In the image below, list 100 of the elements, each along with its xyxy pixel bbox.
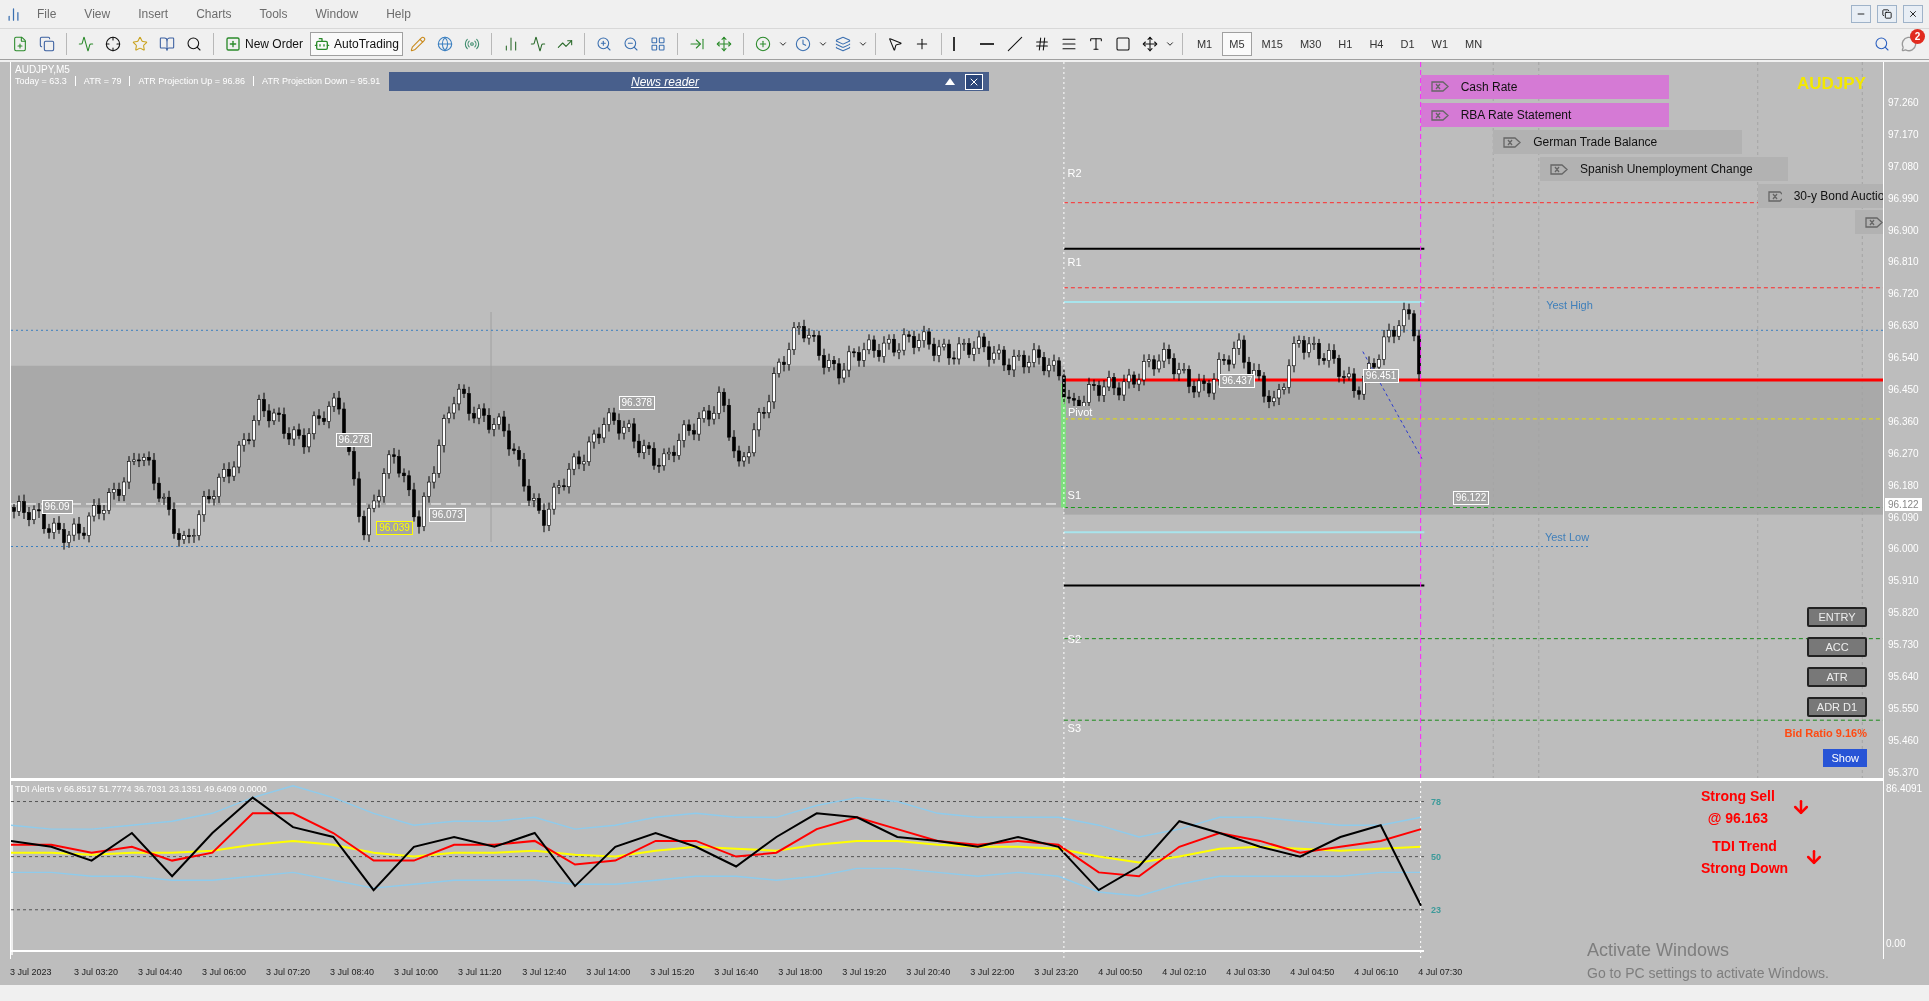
menu-item[interactable]: File: [25, 5, 69, 23]
time-tick: 4 Jul 04:50: [1290, 967, 1336, 977]
arrows-icon: [1141, 36, 1158, 52]
economic-event[interactable]: RBA Rate Statement: [1420, 103, 1670, 128]
star-icon: [132, 36, 148, 52]
caret-icon[interactable]: [857, 39, 868, 49]
text-icon: [1087, 36, 1104, 52]
tag-icon: [1767, 190, 1782, 202]
price-tick: 96.720: [1887, 288, 1919, 300]
caret-icon[interactable]: [817, 39, 828, 49]
plus-icon: [225, 36, 241, 52]
activation-notice-text: Go to PC settings to activate Windows.: [1587, 965, 1829, 981]
timeframe-button[interactable]: H1: [1331, 32, 1360, 56]
time-tick: 4 Jul 02:10: [1162, 967, 1208, 977]
time-tick: 3 Jul 11:20: [458, 967, 503, 977]
caret-icon[interactable]: [777, 39, 788, 49]
zoom-out-icon: [622, 36, 639, 52]
chat-icon: [1901, 36, 1917, 52]
event-title: 30-y Bond Auctio: [1793, 189, 1883, 204]
time-tick: 3 Jul 14:00: [586, 967, 632, 977]
time-tick: 3 Jul 22:00: [970, 967, 1016, 977]
economic-event[interactable]: German Trade Balance: [1493, 130, 1742, 155]
indicator-reading: Today = 63.3: [15, 76, 67, 86]
panel-button[interactable]: ACC: [1807, 637, 1867, 657]
event-title: German Trade Balance: [1533, 135, 1658, 150]
vertical-line-icon: [952, 37, 955, 51]
restore-button[interactable]: [1877, 5, 1897, 23]
signal-text: Strong Sell: [1701, 787, 1775, 806]
panel-button[interactable]: ATR: [1807, 667, 1867, 687]
price-label: 96.039: [376, 521, 413, 536]
indicator-axis-value: 86.4091: [1886, 783, 1924, 794]
panel-button[interactable]: ADR D1: [1807, 697, 1867, 717]
time-tick: 4 Jul 03:30: [1226, 967, 1272, 977]
timeframe-button[interactable]: W1: [1424, 32, 1455, 56]
time-tick: 3 Jul 19:20: [842, 967, 888, 977]
timeframe-button[interactable]: H4: [1362, 32, 1391, 56]
tag-icon: [1864, 216, 1883, 228]
price-tick: 96.090: [1887, 511, 1919, 523]
caret-icon[interactable]: [1164, 39, 1175, 49]
time-tick: 3 Jul 08:40: [330, 967, 376, 977]
news-reader-link[interactable]: News reader: [631, 74, 699, 89]
globe-icon: [436, 36, 453, 52]
time-tick: 4 Jul 07:30: [1418, 967, 1464, 977]
event-title: Spanish Unemployment Change: [1579, 162, 1753, 177]
signal-text: TDI Trend: [1712, 837, 1777, 856]
price-tick: 95.370: [1887, 766, 1919, 778]
minimize-button[interactable]: [1851, 5, 1871, 23]
level-label: Yest High: [1546, 298, 1593, 311]
price-tick: 95.910: [1887, 575, 1919, 587]
triangle-up-icon: [945, 78, 955, 85]
price-tick: 97.170: [1887, 128, 1919, 140]
time-tick: 3 Jul 12:40: [522, 967, 568, 977]
price-tick: 96.900: [1887, 224, 1919, 236]
show-button[interactable]: Show: [1823, 749, 1867, 767]
book-icon: [159, 36, 175, 52]
economic-event[interactable]: [1854, 210, 1883, 235]
timeframe-button[interactable]: M30: [1292, 32, 1329, 56]
price-label: 96.437: [1218, 373, 1256, 388]
economic-event[interactable]: 30-y Bond Auctio: [1757, 184, 1883, 209]
time-tick: 3 Jul 04:40: [138, 967, 184, 977]
menu-item[interactable]: Charts: [184, 5, 244, 23]
close-button[interactable]: [1903, 5, 1923, 23]
notification-count: 2: [1910, 29, 1925, 44]
menu-item[interactable]: Insert: [126, 5, 181, 23]
menu-item[interactable]: Help: [374, 5, 423, 23]
new-order-button[interactable]: New Order: [221, 32, 307, 56]
level-label: S3: [1067, 721, 1082, 734]
price-tick: 96.630: [1887, 320, 1919, 332]
signal-text: Strong Down: [1701, 859, 1789, 878]
menu-item[interactable]: View: [72, 5, 123, 23]
indicators-icon: [754, 36, 771, 52]
indicator-reading: ATR = 79: [83, 76, 122, 86]
indicator-title: TDI Alerts v 66.8517 51.7774 36.7031 23.1351 49.6409 0.0000: [15, 784, 267, 794]
price-label: 96.451: [1362, 368, 1400, 383]
search-icon: [186, 36, 202, 52]
timeframe-button[interactable]: M1: [1189, 32, 1220, 56]
tile-windows-icon: [649, 36, 666, 52]
level-label: R2: [1067, 166, 1082, 179]
zoom-in-icon: [595, 36, 612, 52]
autotrading-button[interactable]: AutoTrading: [310, 32, 403, 56]
tag-icon: [1503, 136, 1522, 148]
economic-event[interactable]: Spanish Unemployment Change: [1539, 157, 1789, 182]
price-tick: 96.990: [1887, 192, 1919, 204]
horizontal-line-icon: [979, 43, 994, 45]
timeframe-button[interactable]: MN: [1458, 32, 1490, 56]
price-label: 96.09: [41, 500, 73, 515]
new-chart-icon: [12, 36, 28, 52]
menu-item[interactable]: Tools: [247, 5, 300, 23]
trendline-icon: [1006, 36, 1023, 52]
timeframe-button[interactable]: M5: [1222, 32, 1252, 56]
menu-item[interactable]: Window: [303, 5, 371, 23]
search-icon: [1874, 36, 1890, 52]
level-label: Pivot: [1067, 406, 1093, 419]
symbol-label: AUDJPY: [1797, 74, 1866, 94]
panel-button[interactable]: ENTRY: [1807, 607, 1867, 627]
timeframe-button[interactable]: D1: [1393, 32, 1422, 56]
bid-ratio-text: Bid Ratio 9.16%: [1784, 727, 1867, 739]
economic-event[interactable]: Cash Rate: [1420, 74, 1670, 99]
current-price-tag: 96.122: [1885, 498, 1922, 512]
timeframe-button[interactable]: M15: [1254, 32, 1290, 56]
